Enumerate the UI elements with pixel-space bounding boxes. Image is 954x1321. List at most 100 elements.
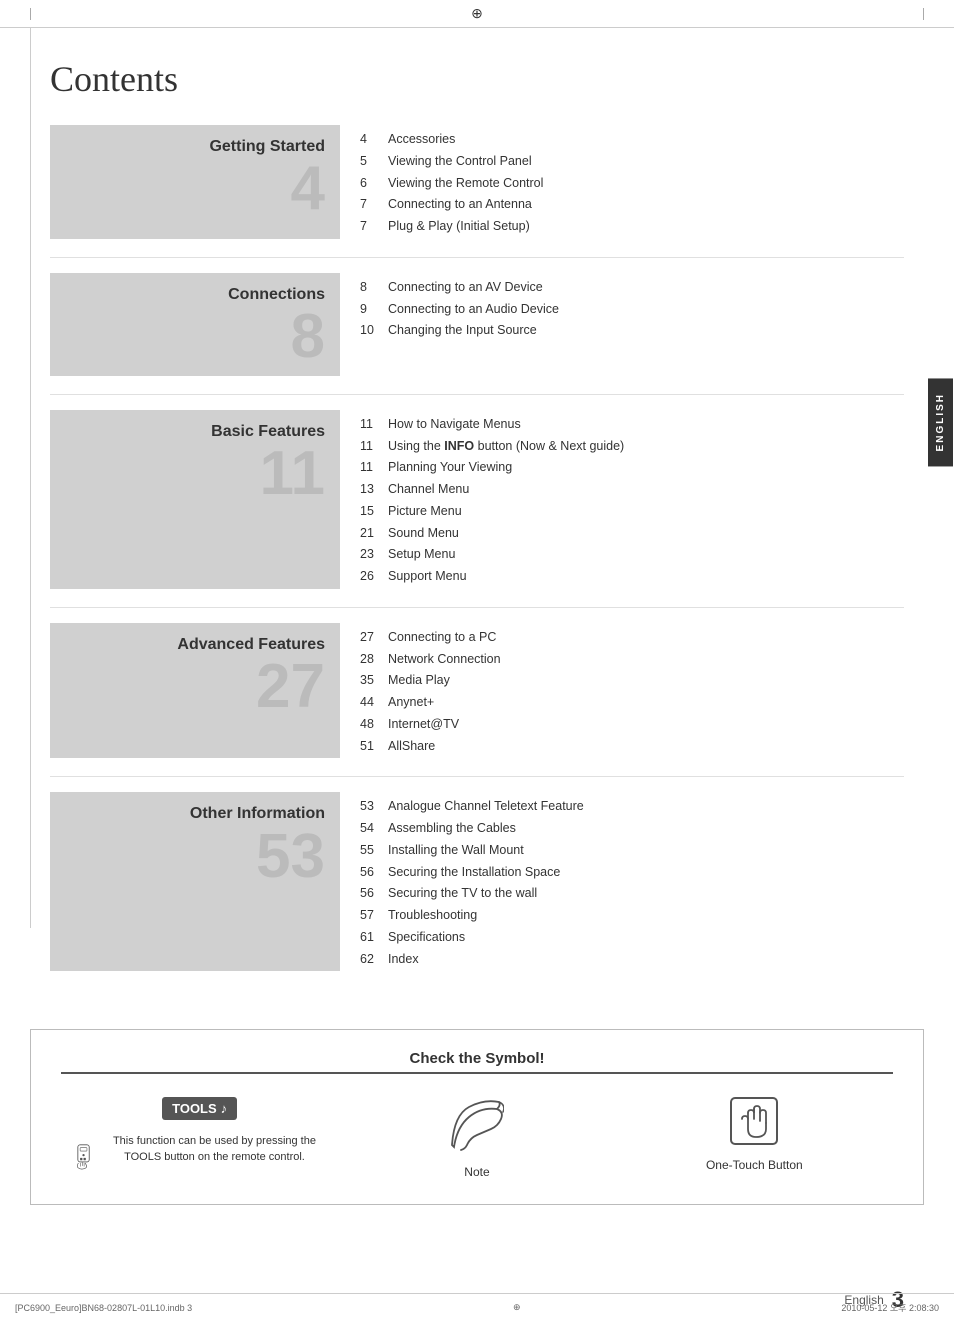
- item-num: 6: [360, 174, 388, 193]
- list-item: 11Using the INFO button (Now & Next guid…: [360, 437, 904, 456]
- section-divider: [50, 394, 904, 395]
- section-row-other-information: Other Information5353Analogue Channel Te…: [50, 792, 904, 971]
- item-num: 51: [360, 737, 388, 756]
- section-items-other-information: 53Analogue Channel Teletext Feature 54Ass…: [340, 792, 904, 971]
- list-item: 9Connecting to an Audio Device: [360, 300, 904, 319]
- item-num: 53: [360, 797, 388, 816]
- list-item: 54Assembling the Cables: [360, 819, 904, 838]
- tools-desc-area: This function can be used by pressing th…: [75, 1134, 325, 1179]
- section-number-basic-features: 11: [259, 443, 325, 505]
- item-text: How to Navigate Menus: [388, 415, 521, 434]
- item-text: Troubleshooting: [388, 906, 477, 925]
- section-number-getting-started: 4: [291, 158, 325, 220]
- item-text: Assembling the Cables: [388, 819, 516, 838]
- tools-desc-text: This function can be used by pressing th…: [104, 1134, 324, 1165]
- section-label-box-advanced-features: Advanced Features27: [50, 623, 340, 759]
- item-num: 23: [360, 545, 388, 564]
- item-num: 26: [360, 567, 388, 586]
- item-num: 55: [360, 841, 388, 860]
- footer-right: 2010-05-12 오후 2:08:30: [841, 1301, 939, 1314]
- onetouch-label: One-Touch Button: [706, 1158, 803, 1172]
- item-num: 57: [360, 906, 388, 925]
- item-num: 7: [360, 217, 388, 236]
- item-text: Plug & Play (Initial Setup): [388, 217, 530, 236]
- top-bar: ⊕: [0, 0, 954, 28]
- section-divider: [50, 257, 904, 258]
- item-text: Connecting to a PC: [388, 628, 496, 647]
- item-num: 21: [360, 524, 388, 543]
- list-item: 62Index: [360, 950, 904, 969]
- item-text: Setup Menu: [388, 545, 455, 564]
- item-text: Sound Menu: [388, 524, 459, 543]
- list-item: 7Connecting to an Antenna: [360, 195, 904, 214]
- list-item: 27Connecting to a PC: [360, 628, 904, 647]
- list-item: 28Network Connection: [360, 650, 904, 669]
- list-item: 35Media Play: [360, 671, 904, 690]
- item-text: Picture Menu: [388, 502, 462, 521]
- section-label-box-getting-started: Getting Started4: [50, 125, 340, 239]
- note-icon-area: [449, 1097, 504, 1152]
- list-item: 4Accessories: [360, 130, 904, 149]
- item-num: 5: [360, 152, 388, 171]
- section-divider: [50, 776, 904, 777]
- item-text: Internet@TV: [388, 715, 459, 734]
- list-item: 61Specifications: [360, 928, 904, 947]
- item-text: Planning Your Viewing: [388, 458, 512, 477]
- section-items-connections: 8Connecting to an AV Device9Connecting t…: [340, 273, 904, 376]
- list-item: 15Picture Menu: [360, 502, 904, 521]
- list-item: 13Channel Menu: [360, 480, 904, 499]
- section-name-other-information: Other Information: [190, 804, 325, 823]
- list-item: 51AllShare: [360, 737, 904, 756]
- compass-icon-top: ⊕: [471, 5, 483, 22]
- section-row-connections: Connections88Connecting to an AV Device9…: [50, 273, 904, 376]
- item-num: 48: [360, 715, 388, 734]
- item-num: 56: [360, 863, 388, 882]
- item-num: 35: [360, 671, 388, 690]
- item-num: 56: [360, 884, 388, 903]
- symbol-box-title: Check the Symbol!: [61, 1050, 893, 1074]
- section-row-getting-started: Getting Started44Accessories5Viewing the…: [50, 125, 904, 239]
- tools-icon-area: TOOLS ♪: [162, 1097, 237, 1120]
- tools-badge: TOOLS ♪: [162, 1097, 237, 1120]
- item-num: 61: [360, 928, 388, 947]
- list-item: 6Viewing the Remote Control: [360, 174, 904, 193]
- item-num: 13: [360, 480, 388, 499]
- item-text: Network Connection: [388, 650, 501, 669]
- onetouch-icon-area: [730, 1097, 778, 1145]
- list-item: 7Plug & Play (Initial Setup): [360, 217, 904, 236]
- item-text: Connecting to an Audio Device: [388, 300, 559, 319]
- list-item: 10Changing the Input Source: [360, 321, 904, 340]
- item-num: 7: [360, 195, 388, 214]
- item-text: Media Play: [388, 671, 450, 690]
- bottom-bar: [PC6900_Eeuro]BN68-02807L-01L10.indb 3 ⊕…: [0, 1293, 954, 1321]
- list-item: 48Internet@TV: [360, 715, 904, 734]
- item-text: Using the INFO button (Now & Next guide): [388, 437, 624, 456]
- sections-container: Getting Started44Accessories5Viewing the…: [50, 125, 904, 971]
- list-item: 8Connecting to an AV Device: [360, 278, 904, 297]
- section-label-box-other-information: Other Information53: [50, 792, 340, 971]
- item-num: 28: [360, 650, 388, 669]
- item-num: 8: [360, 278, 388, 297]
- item-num: 27: [360, 628, 388, 647]
- item-text: Channel Menu: [388, 480, 469, 499]
- symbol-note-item: Note: [352, 1097, 602, 1179]
- item-text: Connecting to an AV Device: [388, 278, 543, 297]
- item-num: 9: [360, 300, 388, 319]
- list-item: 53Analogue Channel Teletext Feature: [360, 797, 904, 816]
- list-item: 23Setup Menu: [360, 545, 904, 564]
- item-text: AllShare: [388, 737, 435, 756]
- page-wrapper: ⊕ ENGLISH Contents Getting Started44Acce…: [0, 0, 954, 1321]
- list-item: 26Support Menu: [360, 567, 904, 586]
- item-text: Accessories: [388, 130, 455, 149]
- item-num: 4: [360, 130, 388, 149]
- item-num: 11: [360, 437, 388, 456]
- section-row-advanced-features: Advanced Features2727Connecting to a PC2…: [50, 623, 904, 759]
- item-num: 44: [360, 693, 388, 712]
- item-num: 11: [360, 458, 388, 477]
- list-item: 44Anynet+: [360, 693, 904, 712]
- item-num: 10: [360, 321, 388, 340]
- item-text: Changing the Input Source: [388, 321, 537, 340]
- symbol-row: TOOLS ♪: [61, 1097, 893, 1179]
- tools-badge-text: TOOLS: [172, 1101, 217, 1116]
- section-items-basic-features: 11How to Navigate Menus11Using the INFO …: [340, 410, 904, 589]
